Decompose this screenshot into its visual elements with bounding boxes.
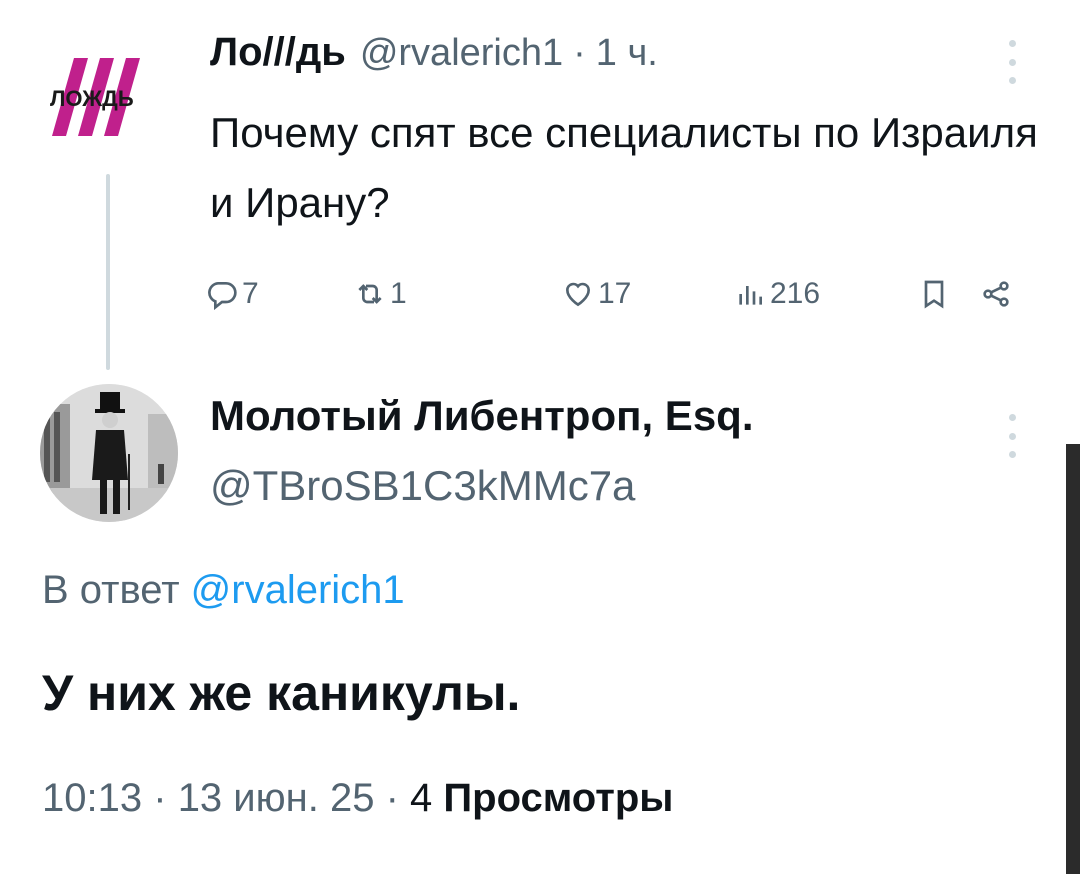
avatar-photo — [40, 384, 178, 522]
like-count: 17 — [598, 277, 632, 310]
reply-time[interactable]: 10:13 — [42, 776, 142, 820]
dozhd-logo[interactable]: ЛОЖДЬ — [44, 58, 164, 138]
parent-action-bar: 7 1 17 216 — [206, 270, 1036, 318]
screen-edge — [1066, 444, 1080, 874]
bookmark-icon — [924, 280, 944, 309]
thread-line — [106, 174, 110, 370]
more-icon — [1006, 40, 1018, 84]
reply-more-button[interactable] — [1006, 414, 1018, 458]
separator-dot: · — [385, 776, 399, 820]
repost-count: 1 — [390, 277, 407, 310]
reply-to-link[interactable]: @rvalerich1 — [191, 568, 405, 612]
parent-header: Ло///дь @rvalerich1 · 1 ч. — [210, 30, 658, 90]
views-count: 216 — [770, 277, 821, 310]
parent-timestamp[interactable]: 1 ч. — [596, 32, 658, 75]
reply-context: В ответ @rvalerich1 — [42, 568, 405, 613]
separator-dot: · — [573, 32, 586, 74]
like-icon — [565, 282, 591, 307]
reply-count: 7 — [242, 277, 259, 310]
bookmark-button[interactable] — [918, 270, 950, 318]
repost-button[interactable]: 1 — [354, 270, 407, 318]
separator-dot: · — [153, 776, 167, 820]
views-icon — [739, 286, 762, 305]
reply-button[interactable]: 7 — [206, 270, 259, 318]
more-icon — [1006, 414, 1018, 458]
logo-text: ЛОЖДЬ — [50, 86, 134, 111]
reply-date[interactable]: 13 июн. 25 — [178, 776, 375, 820]
share-button[interactable] — [980, 270, 1012, 318]
reply-metadata: 10:13 · 13 июн. 25 · 4 Просмотры — [42, 776, 673, 821]
reply-author-handle[interactable]: @TBroSB1C3kMMc7a — [210, 462, 635, 510]
parent-more-button[interactable] — [1006, 40, 1018, 84]
reply-prefix: В ответ — [42, 568, 180, 612]
share-icon — [983, 281, 1009, 307]
parent-author-name[interactable]: Ло///дь — [210, 30, 346, 75]
parent-tweet-text: Почему спят все специалисты по Израиля и… — [210, 109, 1038, 226]
reply-views-label[interactable]: Просмотры — [443, 776, 673, 820]
reply-author-name[interactable]: Молотый Либентроп, Esq. — [210, 392, 754, 440]
reply-icon — [208, 282, 237, 310]
reply-avatar[interactable] — [40, 384, 178, 522]
views-button[interactable]: 216 — [734, 270, 820, 318]
repost-icon — [358, 284, 382, 304]
reply-views-count: 4 — [410, 776, 433, 820]
parent-author-handle[interactable]: @rvalerich1 — [360, 32, 563, 75]
like-button[interactable]: 17 — [562, 270, 631, 318]
reply-tweet-text: У них же каникулы. — [42, 665, 521, 721]
